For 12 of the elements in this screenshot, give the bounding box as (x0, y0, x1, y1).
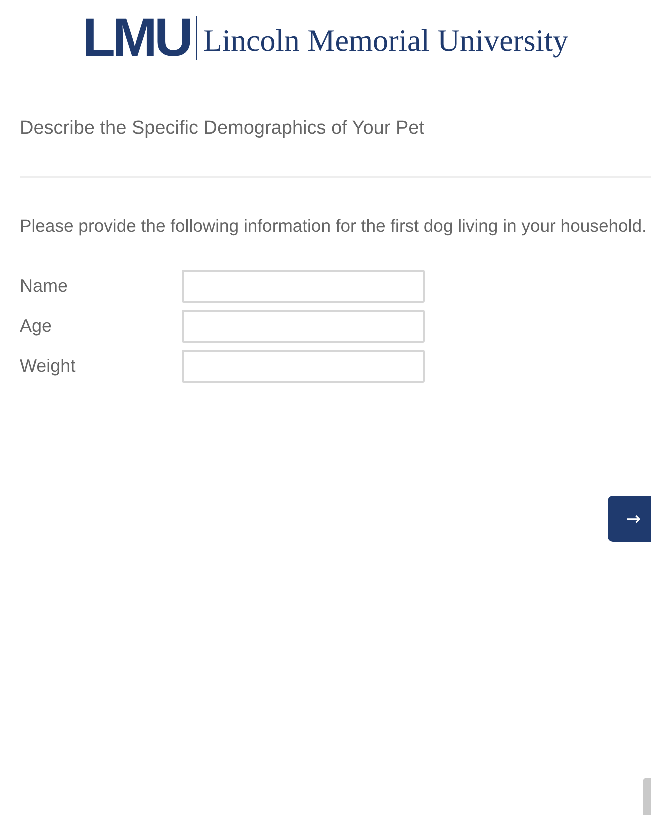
scrollbar-thumb[interactable] (643, 778, 651, 815)
logo-mark: LMU (82, 11, 192, 65)
field-label: Weight (20, 356, 77, 377)
input-field[interactable] (182, 270, 425, 303)
field-label: Name (20, 276, 70, 297)
university-name: Lincoln Memorial University (203, 24, 568, 56)
question-text: Please provide the following information for the first dog living in your household. (20, 216, 648, 237)
next-button[interactable]: → (608, 496, 651, 542)
section-title: Describe the Specific Demographics of Your Pet (20, 118, 426, 140)
field-label: Age (20, 316, 54, 337)
input-field[interactable] (182, 350, 425, 383)
input-field[interactable] (182, 310, 425, 343)
